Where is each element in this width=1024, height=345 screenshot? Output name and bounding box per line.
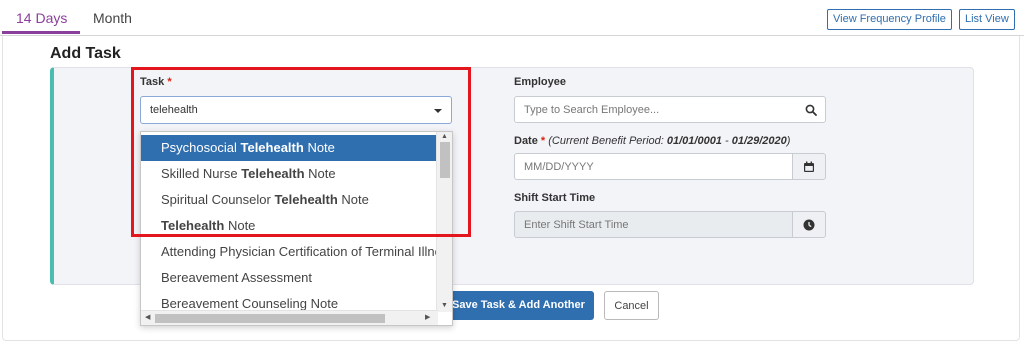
schedule-page: 14 Days Month View Frequency Profile Lis… [0, 0, 1024, 345]
employee-search-input[interactable]: Type to Search Employee... [514, 96, 826, 123]
shift-start-input[interactable]: Enter Shift Start Time [514, 211, 793, 238]
scroll-down-icon[interactable]: ▼ [441, 302, 448, 310]
list-view-button[interactable]: List View [959, 9, 1015, 30]
shift-start-label: Shift Start Time [514, 192, 596, 204]
calendar-icon [804, 161, 814, 172]
task-option[interactable]: Spiritual Counselor Telehealth Note [141, 187, 436, 213]
benefit-period-hint: (Current Benefit Period: 01/01/0001 - 01… [548, 135, 791, 147]
chevron-down-icon [434, 109, 442, 113]
scroll-right-icon[interactable]: ▶ [425, 314, 430, 322]
view-tabs: 14 Days Month View Frequency Profile Lis… [0, 0, 1024, 36]
date-input[interactable]: MM/DD/YYYY [514, 153, 793, 180]
task-select-value: telehealth [150, 104, 198, 116]
scroll-left-icon[interactable]: ◀ [145, 314, 150, 322]
date-picker-button[interactable] [792, 153, 826, 180]
task-option[interactable]: Psychosocial Telehealth Note [141, 135, 436, 161]
vertical-scrollbar[interactable]: ▲ ▼ [436, 132, 452, 312]
task-option[interactable]: Bereavement Assessment [141, 265, 436, 291]
task-select[interactable]: telehealth [140, 96, 452, 124]
task-option[interactable]: Telehealth Note [141, 213, 436, 239]
task-options-dropdown[interactable]: Psychosocial Telehealth Note Skilled Nur… [140, 131, 453, 326]
task-option[interactable]: Attending Physician Certification of Ter… [141, 239, 436, 265]
cancel-button[interactable]: Cancel [604, 291, 659, 320]
view-frequency-profile-button[interactable]: View Frequency Profile [827, 9, 952, 30]
required-marker: * [540, 135, 546, 147]
active-tab-indicator [2, 31, 80, 34]
task-option[interactable]: Skilled Nurse Telehealth Note [141, 161, 436, 187]
date-label: Date * (Current Benefit Period: 01/01/00… [514, 135, 791, 147]
scroll-up-icon[interactable]: ▲ [441, 133, 448, 141]
time-picker-button[interactable] [792, 211, 826, 238]
vertical-scroll-thumb[interactable] [440, 142, 450, 178]
tab-month[interactable]: Month [93, 10, 132, 26]
clock-icon [803, 219, 815, 230]
save-and-add-another-button[interactable]: Save Task & Add Another [444, 291, 594, 320]
required-marker: * [167, 76, 172, 88]
page-title: Add Task [50, 45, 121, 62]
horizontal-scrollbar[interactable]: ◀ ▶ [141, 310, 438, 325]
employee-label: Employee [514, 76, 566, 88]
search-icon [805, 104, 817, 116]
task-label: Task * [140, 76, 172, 88]
tab-14-days[interactable]: 14 Days [16, 10, 67, 26]
horizontal-scroll-thumb[interactable] [155, 314, 385, 323]
